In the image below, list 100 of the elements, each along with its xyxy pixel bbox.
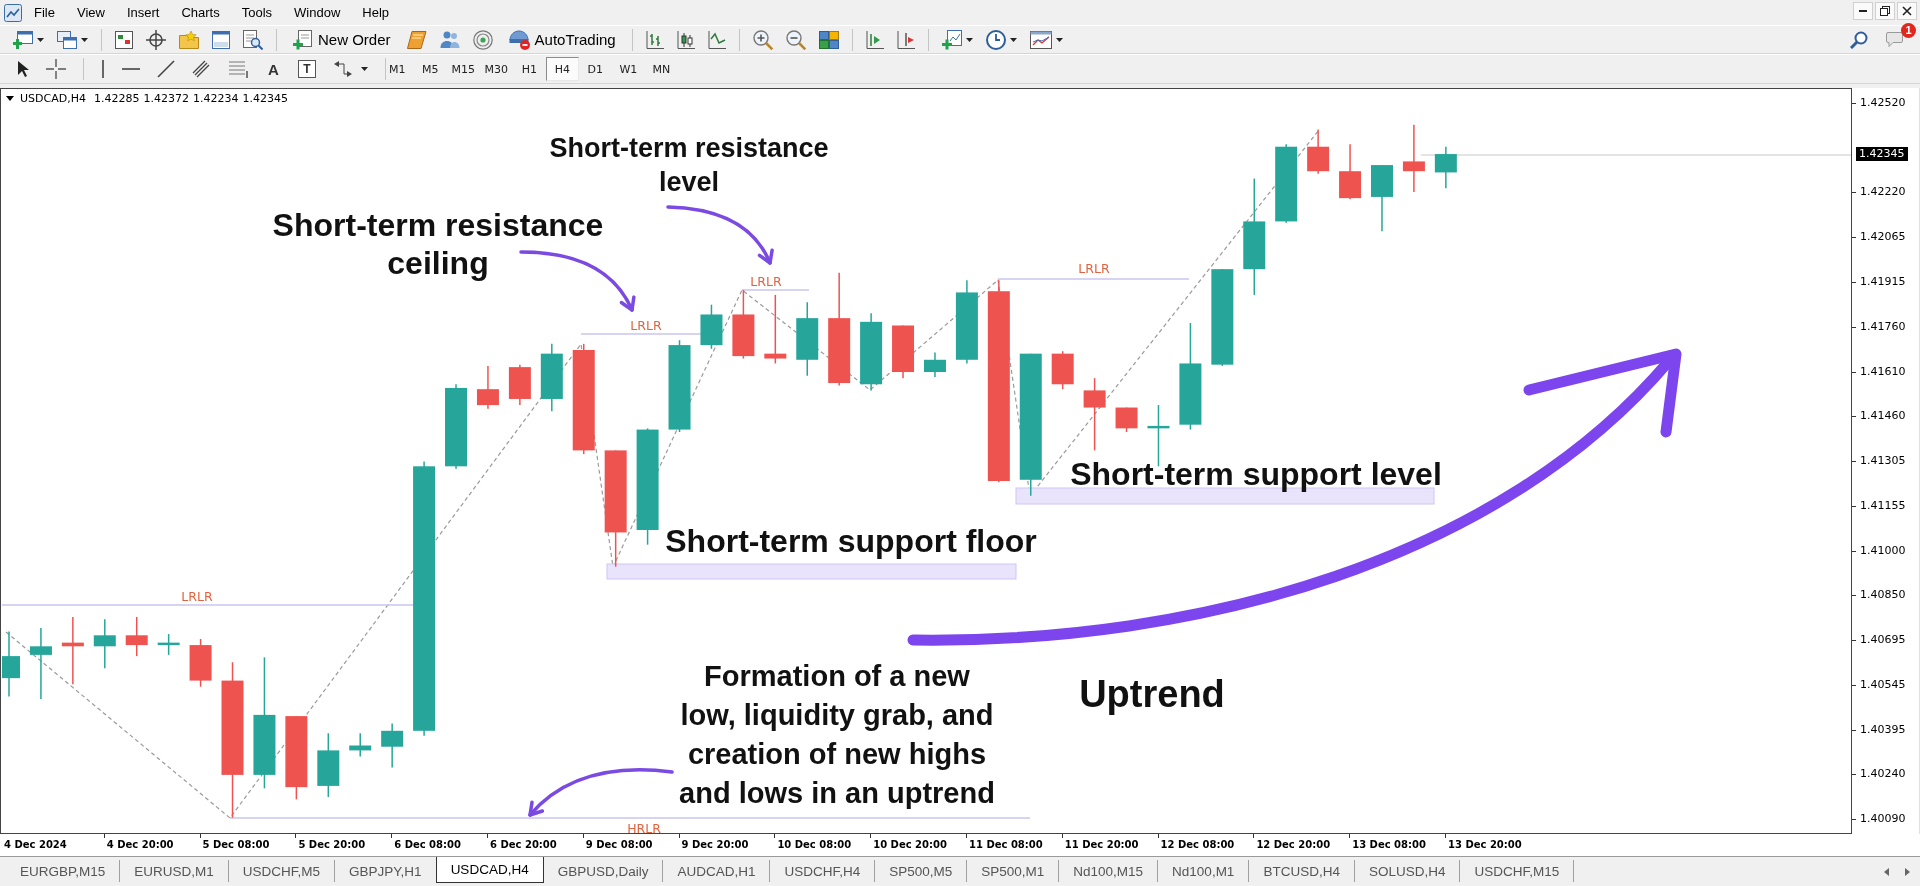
caret-icon[interactable] — [6, 96, 14, 101]
menu-item[interactable]: View — [65, 3, 116, 22]
caret-icon[interactable] — [360, 67, 368, 71]
annotation-text: Short-term resistance ceiling — [272, 206, 604, 282]
arrows-icon[interactable] — [332, 61, 353, 77]
chart-add-icon[interactable] — [941, 29, 962, 50]
vertical-line-icon[interactable] — [101, 60, 105, 78]
scroll-left-icon[interactable] — [1884, 868, 1889, 876]
windows-icon[interactable] — [57, 30, 77, 49]
autotrading-button[interactable]: AutoTrading — [505, 27, 619, 52]
chart-tab[interactable]: SP500,M1 — [967, 860, 1060, 882]
caret-icon[interactable] — [965, 37, 973, 42]
menu-item[interactable]: Window — [283, 3, 352, 22]
parallel-lines-icon[interactable] — [192, 59, 212, 79]
minimize-icon — [1859, 10, 1867, 12]
caret-icon[interactable] — [37, 37, 44, 42]
chart-window-icon[interactable] — [1029, 30, 1052, 49]
chart-tab[interactable]: Nd100,M15 — [1059, 860, 1159, 882]
time-label: 9 Dec 08:00 — [585, 838, 653, 852]
candlestick-icon[interactable] — [676, 30, 695, 49]
menu-item[interactable]: Charts — [170, 3, 231, 22]
notepad-icon[interactable] — [406, 30, 427, 49]
chart-tab[interactable]: EURGBP,M15 — [6, 860, 121, 882]
bullish-candle — [1371, 164, 1393, 232]
time-label: 4 Dec 20:00 — [106, 838, 174, 852]
stacked-lines-icon[interactable] — [229, 60, 249, 78]
target-icon[interactable] — [146, 29, 166, 50]
timeframe-button[interactable]: D1 — [578, 57, 612, 81]
new-order-button[interactable]: New Order — [290, 27, 394, 52]
timeframe-button[interactable]: H4 — [545, 57, 579, 81]
menu-item[interactable]: File — [23, 3, 66, 22]
bullish-candle — [923, 351, 946, 378]
price-label: 1.41155 — [1860, 498, 1906, 513]
chart-tab[interactable]: Nd100,M1 — [1158, 860, 1250, 882]
timeframe-button[interactable]: M1 — [380, 57, 414, 81]
price-label: 1.41610 — [1860, 364, 1906, 379]
quote-price: 1.42234 — [192, 92, 239, 105]
menu-item[interactable]: Tools — [230, 3, 284, 22]
people-icon[interactable] — [439, 30, 460, 49]
bar-chart-icon[interactable] — [645, 30, 664, 49]
chart-tab[interactable]: SOLUSD,H4 — [1354, 860, 1461, 882]
axis-triangle-icon[interactable] — [865, 30, 884, 49]
chart-tab[interactable]: BTCUSD,H4 — [1249, 860, 1355, 882]
window-squares-icon[interactable] — [115, 30, 133, 49]
chart-tab[interactable]: SP500,M5 — [875, 860, 968, 882]
caret-icon[interactable] — [1009, 37, 1017, 42]
horizontal-line-icon[interactable] — [122, 67, 140, 71]
timeframe-button[interactable]: W1 — [611, 57, 645, 81]
menu-item[interactable]: Insert — [115, 3, 171, 22]
line-chart-icon[interactable] — [707, 30, 726, 49]
caret-icon[interactable] — [1055, 37, 1063, 42]
crosshair-icon[interactable] — [46, 59, 66, 79]
window-panel-icon[interactable] — [212, 30, 230, 49]
timeframe-button[interactable]: MN — [644, 57, 678, 81]
bearish-candle — [476, 365, 499, 410]
text-tool[interactable]: A — [266, 60, 281, 78]
magnifier-document-icon[interactable] — [243, 29, 263, 50]
price-label: 1.40090 — [1860, 812, 1906, 827]
chart-tab[interactable]: USDCHF,H4 — [770, 860, 876, 882]
timeframe-button[interactable]: M15 — [446, 57, 480, 81]
search-icon[interactable] — [1850, 30, 1868, 49]
timeframe-button[interactable]: H1 — [512, 57, 546, 81]
grid-squares-icon[interactable] — [818, 30, 839, 49]
bullish-candle — [700, 303, 723, 350]
zoom-out-icon[interactable] — [785, 29, 806, 50]
chart-tab[interactable]: USDCHF,M5 — [228, 860, 336, 882]
cursor-icon[interactable] — [17, 60, 29, 78]
trend-line-icon[interactable] — [157, 60, 175, 78]
bearish-candle — [61, 616, 84, 685]
stop-badge-icon — [508, 29, 530, 50]
quote-price: 1.42372 — [143, 92, 189, 105]
chart-tab[interactable]: GBPUSD,Daily — [543, 860, 664, 882]
price-label: 1.42220 — [1860, 185, 1906, 200]
time-label: 6 Dec 08:00 — [394, 838, 461, 852]
zoom-in-icon[interactable] — [752, 29, 773, 50]
clock-icon[interactable] — [985, 29, 1006, 50]
chart-tab[interactable]: USDCHF,M15 — [1460, 860, 1575, 882]
app-icon[interactable] — [4, 3, 22, 22]
bearish-candle — [1051, 350, 1074, 390]
folder-star-icon[interactable] — [179, 30, 199, 49]
menu-item[interactable]: Help — [351, 3, 401, 22]
chart-tab[interactable]: USDCAD,H4 — [435, 857, 544, 883]
minimize-button[interactable] — [1853, 2, 1873, 20]
axis-flag-icon[interactable] — [896, 30, 915, 49]
restore-button[interactable] — [1875, 2, 1895, 20]
text-label-tool[interactable]: T — [297, 60, 316, 78]
chart-tab[interactable]: EURUSD,M1 — [120, 860, 229, 882]
timeframe-button[interactable]: M30 — [479, 57, 513, 81]
chat-icon[interactable] — [1886, 31, 1906, 48]
radar-icon[interactable] — [472, 29, 493, 50]
close-button[interactable] — [1897, 2, 1917, 20]
bullish-candle — [1434, 145, 1457, 190]
time-label: 6 Dec 20:00 — [490, 838, 557, 852]
scroll-right-icon[interactable] — [1905, 868, 1910, 876]
chart-plus-icon[interactable] — [13, 30, 33, 49]
timeframe-button[interactable]: M5 — [413, 57, 447, 81]
bearish-candle — [1339, 143, 1362, 201]
chart-tab[interactable]: AUDCAD,H1 — [663, 860, 771, 882]
caret-icon[interactable] — [81, 37, 88, 42]
time-label: 10 Dec 20:00 — [873, 838, 947, 852]
